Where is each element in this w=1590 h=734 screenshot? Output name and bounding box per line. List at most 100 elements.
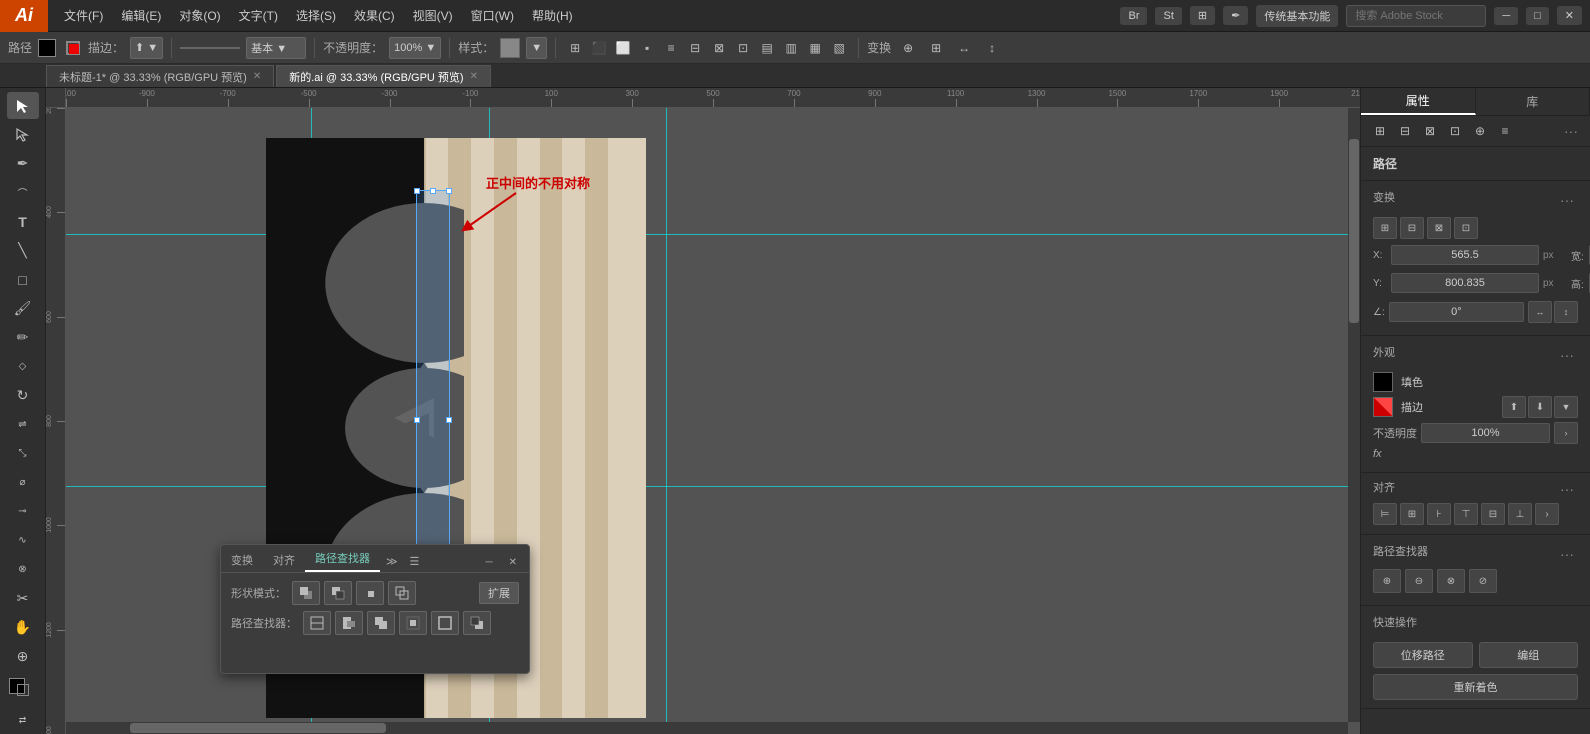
menu-view[interactable]: 视图(V) [405,3,461,28]
horizontal-scrollbar[interactable] [66,722,1348,734]
tool-line[interactable]: ╲ [7,237,39,264]
expand-btn[interactable]: 扩展 [479,582,519,604]
tbar-align-right[interactable]: ▪ [636,37,658,59]
stock-search[interactable] [1346,5,1486,27]
menu-window[interactable]: 窗口(W) [463,3,522,28]
bridge-btn[interactable]: Br [1120,7,1147,25]
pf-intersect[interactable]: ⊗ [1437,569,1465,593]
tool-width[interactable]: ⊸ [7,498,39,525]
tool-fill-swap[interactable]: ⇄ [7,707,39,734]
tbar-align8[interactable]: ▧ [828,37,850,59]
menu-object[interactable]: 对象(O) [171,3,228,28]
pf-divide-btn[interactable] [303,611,331,635]
tbar-select[interactable]: ⊞ [564,37,586,59]
tool-rect[interactable]: □ [7,266,39,293]
sm-unite[interactable] [292,581,320,605]
opacity-expand[interactable]: › [1554,422,1578,444]
tool-freeform[interactable]: ∿ [7,527,39,554]
align-center-v[interactable]: ⊟ [1481,503,1505,525]
tool-pen[interactable]: ✒ [7,150,39,177]
rpanel-icon-2[interactable]: ⊟ [1394,120,1416,142]
offset-path-btn[interactable]: 位移路径 [1373,642,1473,668]
align-top[interactable]: ⊤ [1454,503,1478,525]
tbar-more1[interactable]: ⊕ [897,37,919,59]
fp-tab-more[interactable]: ≫ [380,551,404,572]
menu-effect[interactable]: 效果(C) [346,3,403,28]
fp-minimize[interactable]: ─ [480,553,499,572]
tool-reflect[interactable]: ⇌ [7,411,39,438]
workspace-btn[interactable]: 传统基本功能 [1256,5,1338,27]
fp-tab-align[interactable]: 对齐 [263,548,305,572]
recolor-btn[interactable]: 重新着色 [1373,674,1578,700]
style-dropdown[interactable]: ▼ [526,37,547,59]
vertical-scrollbar[interactable] [1348,108,1360,722]
stock-btn[interactable]: St [1155,7,1181,25]
maximize-btn[interactable]: □ [1526,7,1549,25]
pf-crop-btn[interactable] [399,611,427,635]
prop-x-input[interactable] [1391,245,1539,265]
stroke-more[interactable]: ▼ [1554,396,1578,418]
pf-merge-btn[interactable] [367,611,395,635]
fp-menu-icon[interactable]: ☰ [404,551,426,572]
vscroll-thumb[interactable] [1349,139,1359,323]
prop-y-input[interactable] [1391,273,1539,293]
tbar-align-left[interactable]: ⬛ [588,37,610,59]
close-btn[interactable]: ✕ [1557,6,1582,25]
stroke-up[interactable]: ⬆ [1502,396,1526,418]
rpanel-tab-library[interactable]: 库 [1476,88,1590,115]
tbar-align7[interactable]: ▦ [804,37,826,59]
tab-2-close[interactable]: ✕ [470,71,478,82]
fp-tab-transform[interactable]: 变换 [221,548,263,572]
tbar-dist[interactable]: ≡ [660,37,682,59]
tab-1-close[interactable]: ✕ [253,71,261,82]
sm-minus-front[interactable] [324,581,352,605]
tool-pencil[interactable]: ✏ [7,324,39,351]
rpanel-icon-4[interactable]: ⊡ [1444,120,1466,142]
fp-close[interactable]: ✕ [503,553,523,572]
hscroll-thumb[interactable] [130,723,386,733]
pf-minus[interactable]: ⊖ [1405,569,1433,593]
tool-scissors[interactable]: ✂ [7,585,39,612]
tool-paintbrush[interactable]: 🖌 [7,295,39,322]
tbar-align-center[interactable]: ⬜ [612,37,634,59]
flip-v-btn[interactable]: ↕ [1554,301,1578,323]
opacity-input[interactable] [1421,423,1550,443]
align-right[interactable]: ⊦ [1427,503,1451,525]
fill-swatch[interactable] [38,39,56,57]
stroke-down[interactable]: ⬇ [1528,396,1552,418]
fill-color-swatch[interactable] [1373,372,1393,392]
menu-select[interactable]: 选择(S) [288,3,344,28]
flip-h-btn[interactable]: ↔ [1528,301,1552,323]
appearance-more[interactable]: ··· [1556,347,1578,363]
fp-tab-pathfinder[interactable]: 路径查找器 [305,546,380,572]
align-left[interactable]: ⊨ [1373,503,1397,525]
menu-help[interactable]: 帮助(H) [524,3,581,28]
rpanel-icon-1[interactable]: ⊞ [1369,120,1391,142]
angle-input[interactable] [1389,302,1524,322]
pen-btn[interactable]: ✒ [1223,6,1248,25]
tbar-flip2[interactable]: ↕ [981,37,1003,59]
tool-direct-select[interactable] [7,121,39,148]
tbar-flip[interactable]: ↔ [953,37,975,59]
tbar-align5[interactable]: ▤ [756,37,778,59]
pathfinder-more[interactable]: ··· [1556,546,1578,562]
menu-edit[interactable]: 编辑(E) [113,3,169,28]
pf-trim-btn[interactable] [335,611,363,635]
tool-warp[interactable]: ⌀ [7,469,39,496]
grid-btn[interactable]: ⊞ [1190,6,1215,25]
menu-file[interactable]: 文件(F) [56,3,111,28]
align-more-btn[interactable]: › [1535,503,1559,525]
tool-curvature[interactable]: ⌒ [7,179,39,206]
tbar-more2[interactable]: ⊞ [925,37,947,59]
stroke-style-dropdown[interactable]: 基本 ▼ [246,37,306,59]
rpanel-tab-properties[interactable]: 属性 [1361,88,1476,115]
transform-icon-3[interactable]: ⊠ [1427,217,1451,239]
tool-zoom[interactable]: ⊕ [7,643,39,670]
rpanel-icon-5[interactable]: ⊕ [1469,120,1491,142]
sm-intersect[interactable] [356,581,384,605]
tool-shaper[interactable]: ◇ [7,353,39,380]
stroke-dropdown[interactable]: ⬆▼ [130,37,163,59]
tool-scale[interactable]: ⤡ [7,440,39,467]
stroke-color-swatch[interactable] [1373,397,1393,417]
pf-unite[interactable]: ⊕ [1373,569,1401,593]
